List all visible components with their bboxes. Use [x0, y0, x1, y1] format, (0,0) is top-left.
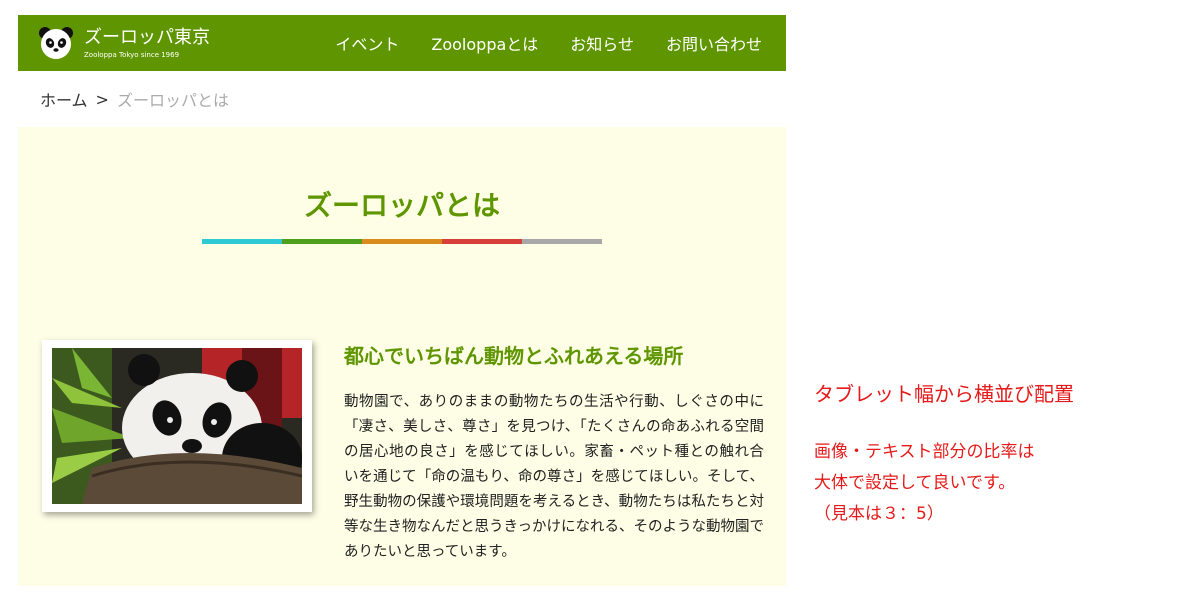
note-line: 大体で設定して良いです。: [814, 473, 1016, 493]
note-line: 画像・テキスト部分の比率は: [814, 442, 1035, 462]
site-wrapper: ズーロッパ東京 Zooloppa Tokyo since 1969 イベント Z…: [18, 15, 786, 586]
section-body: 動物園で、ありのままの動物たちの生活や行動、しぐさの中に「凄さ、美しさ、尊さ」を…: [344, 394, 764, 560]
logo-text: ズーロッパ東京 Zooloppa Tokyo since 1969: [84, 27, 210, 60]
breadcrumb-home-link[interactable]: ホーム: [40, 87, 88, 111]
nav-item-events[interactable]: イベント: [335, 31, 399, 55]
page-title: ズーロッパとは: [303, 189, 500, 222]
note-line: （見本は３：5）: [814, 504, 944, 524]
title-underline-segment: [442, 239, 522, 244]
design-notes: タブレット幅から横並び配置 画像・テキスト部分の比率は 大体で設定して良いです。…: [814, 378, 1074, 530]
panda-icon: [39, 27, 73, 59]
logo-subtitle: Zooloppa Tokyo since 1969: [84, 50, 180, 59]
title-underline-segment: [362, 239, 442, 244]
logo-title: ズーロッパ東京: [84, 26, 210, 48]
title-underline-segment: [522, 239, 602, 244]
note-heading: タブレット幅から横並び配置: [814, 382, 1074, 406]
title-underline: [202, 239, 602, 244]
site-logo[interactable]: ズーロッパ東京 Zooloppa Tokyo since 1969: [38, 25, 210, 61]
global-nav: イベント Zooloppaとは お知らせ お問い合わせ: [303, 31, 762, 55]
panda-photo-frame: [42, 340, 312, 512]
breadcrumb-separator: >: [95, 89, 109, 109]
section-title: 都心でいちばん動物とふれあえる場所: [344, 344, 684, 368]
panda-photo: [52, 348, 302, 504]
about-section: ズーロッパとは 都心でいちばん動物とふれあえる場所 動物園で、ありのままの動物た…: [18, 127, 786, 586]
breadcrumb: ホーム > ズーロッパとは: [18, 71, 786, 127]
nav-item-news[interactable]: お知らせ: [570, 31, 634, 55]
breadcrumb-current: ズーロッパとは: [116, 91, 229, 110]
site-header: ズーロッパ東京 Zooloppa Tokyo since 1969 イベント Z…: [18, 15, 786, 71]
nav-item-contact[interactable]: お問い合わせ: [666, 31, 762, 55]
nav-item-about[interactable]: Zooloppaとは: [431, 31, 538, 55]
title-underline-segment: [282, 239, 362, 244]
title-underline-segment: [202, 239, 282, 244]
